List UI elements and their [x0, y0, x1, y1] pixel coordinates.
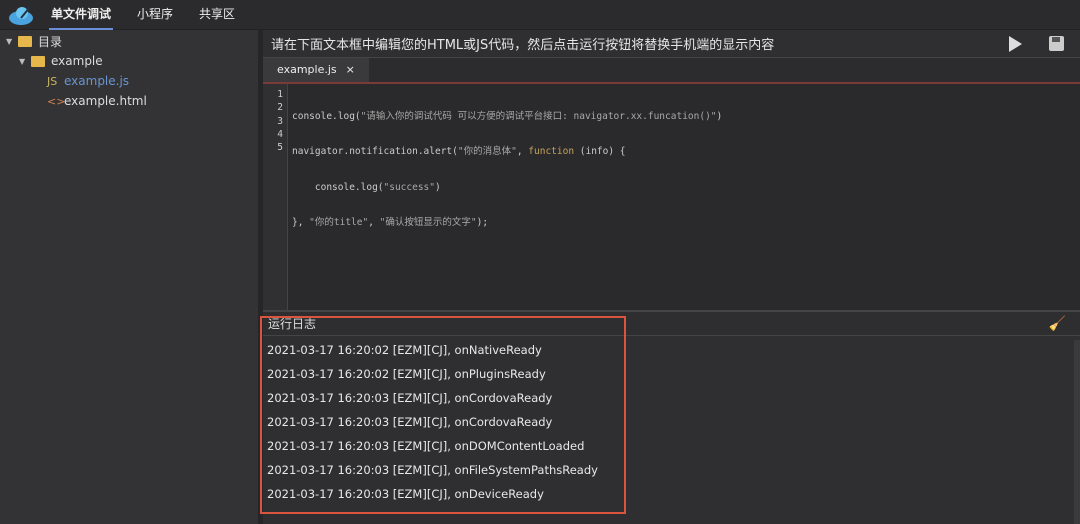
- top-nav: 单文件调试 小程序 共享区: [0, 0, 1080, 30]
- run-icon[interactable]: [1009, 36, 1022, 52]
- expand-icon[interactable]: ▼: [6, 37, 18, 46]
- tab-shared-area[interactable]: 共享区: [199, 0, 235, 30]
- main-panel: 请在下面文本框中编辑您的HTML或JS代码，然后点击运行按钮将替换手机端的显示内…: [263, 30, 1080, 524]
- log-header: 运行日志 🧹: [263, 310, 1080, 336]
- log-line: 2021-03-17 16:20:02 [EZM][CJ], onNativeR…: [267, 343, 542, 357]
- folder-icon: [31, 55, 45, 67]
- log-line: 2021-03-17 16:20:02 [EZM][CJ], onPlugins…: [267, 367, 546, 381]
- line-number: 3: [277, 115, 283, 127]
- log-scrollbar[interactable]: [1074, 340, 1080, 524]
- tree-root[interactable]: ▼ 目录: [0, 31, 258, 51]
- code-line: console.log("success"): [292, 181, 441, 193]
- log-line: 2021-03-17 16:20:03 [EZM][CJ], onDOMCont…: [267, 439, 585, 453]
- file-label: example.js: [64, 74, 130, 88]
- log-title: 运行日志: [268, 317, 317, 331]
- html-file-icon: <>: [47, 94, 66, 108]
- folder-icon: [18, 35, 32, 47]
- tree-root-label: 目录: [38, 34, 63, 49]
- tab-example-js[interactable]: example.js ×: [263, 58, 369, 82]
- log-line: 2021-03-17 16:20:03 [EZM][CJ], onDeviceR…: [267, 487, 544, 501]
- tab-label: example.js: [277, 63, 337, 76]
- app-logo-icon: [9, 5, 33, 25]
- line-number: 4: [277, 128, 283, 140]
- tree-file-example-js[interactable]: JS example.js: [0, 71, 258, 91]
- tab-mini-program[interactable]: 小程序: [137, 0, 173, 30]
- log-line: 2021-03-17 16:20:03 [EZM][CJ], onCordova…: [267, 415, 553, 429]
- code-line: }, "你的title", "确认按钮显示的文字");: [292, 216, 489, 228]
- code-editor[interactable]: 1 2 3 4 5 console.log("请输入你的调试代码 可以方便的调试…: [263, 84, 1080, 310]
- line-number: 2: [277, 102, 283, 114]
- code-line: console.log("请输入你的调试代码 可以方便的调试平台接口: navi…: [292, 111, 723, 122]
- close-icon[interactable]: ×: [346, 58, 355, 82]
- code-line: navigator.notification.alert("你的消息体", fu…: [292, 146, 626, 158]
- file-label: example.html: [64, 94, 147, 108]
- log-list: 2021-03-17 16:20:02 [EZM][CJ], onNativeR…: [263, 336, 1080, 506]
- instruction-text: 请在下面文本框中编辑您的HTML或JS代码，然后点击运行按钮将替换手机端的显示内…: [271, 38, 775, 53]
- expand-icon[interactable]: ▼: [19, 57, 31, 66]
- log-line: 2021-03-17 16:20:03 [EZM][CJ], onFileSys…: [267, 463, 598, 477]
- code-content[interactable]: console.log("请输入你的调试代码 可以方便的调试平台接口: navi…: [288, 84, 722, 310]
- line-number: 1: [277, 89, 283, 100]
- log-line: 2021-03-17 16:20:03 [EZM][CJ], onCordova…: [267, 391, 553, 405]
- tree-folder-example[interactable]: ▼ example: [0, 51, 258, 71]
- tree-file-example-html[interactable]: <> example.html: [0, 91, 258, 111]
- js-file-icon: JS: [47, 74, 58, 88]
- save-icon[interactable]: [1049, 36, 1064, 51]
- file-tree: ▼ 目录 ▼ example JS example.js <> example.html: [0, 30, 258, 524]
- editor-tabs: example.js ×: [263, 58, 1080, 84]
- instruction-bar: 请在下面文本框中编辑您的HTML或JS代码，然后点击运行按钮将替换手机端的显示内…: [263, 30, 1080, 58]
- folder-label: example: [51, 54, 103, 68]
- line-number: 5: [277, 142, 283, 154]
- line-numbers: 1 2 3 4 5: [263, 84, 288, 310]
- clear-log-broom-icon[interactable]: 🧹: [1049, 316, 1066, 332]
- tab-single-file-debug[interactable]: 单文件调试: [48, 0, 114, 30]
